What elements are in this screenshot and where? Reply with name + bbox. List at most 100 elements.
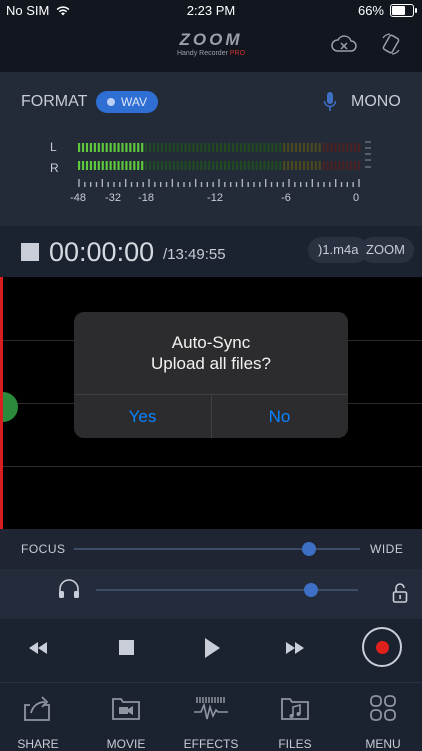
yes-button[interactable]: Yes	[74, 395, 211, 438]
meter-segment	[81, 143, 85, 152]
elapsed-time: 00:00:00	[49, 237, 155, 267]
tab-menu[interactable]: MENU	[341, 693, 422, 751]
peak-hold-indicator	[365, 141, 371, 168]
meter-segment	[306, 143, 309, 152]
tab-label: SHARE	[17, 737, 59, 751]
meter-segment	[149, 143, 152, 152]
meter-segment	[89, 143, 92, 152]
meter-segment	[212, 161, 215, 170]
meter-segment	[271, 161, 274, 170]
meter-segment	[125, 143, 128, 152]
format-toggle[interactable]: WAV	[96, 91, 158, 113]
meter-segment	[133, 161, 136, 170]
meter-segment	[294, 143, 298, 152]
tab-movie[interactable]: MOVIE	[84, 693, 168, 751]
microphone-icon[interactable]	[323, 92, 337, 112]
record-button[interactable]	[362, 627, 402, 667]
meter-segment	[78, 143, 81, 152]
fast-forward-icon[interactable]	[284, 640, 306, 656]
meter-segment	[216, 143, 219, 152]
unlock-icon[interactable]	[391, 583, 409, 603]
meter-segment	[121, 143, 124, 152]
meter-segment	[239, 161, 242, 170]
level-meter-left	[78, 143, 361, 152]
tab-share[interactable]: SHARE	[0, 693, 80, 751]
rotate-screen-icon[interactable]	[380, 32, 402, 56]
meter-segment	[168, 143, 171, 152]
volume-slider-knob[interactable]	[303, 583, 318, 597]
format-value: WAV	[121, 95, 147, 109]
bottom-tab-bar: SHARE MOVIE EFFECTS FILES MENU	[0, 682, 422, 751]
meter-segment	[267, 161, 270, 170]
meter-segment	[326, 161, 329, 170]
meter-segment	[275, 143, 278, 152]
headphones-icon	[59, 579, 79, 598]
meter-segment	[247, 161, 250, 170]
meter-segment	[113, 143, 116, 152]
folder-chip[interactable]: ZOOM	[360, 237, 414, 263]
menu-grid-icon	[370, 695, 396, 721]
meter-segment	[322, 143, 325, 152]
meter-segment	[137, 161, 140, 170]
focus-slider-track[interactable]	[74, 548, 360, 550]
scale-label: -18	[138, 192, 154, 204]
status-bar: No SIM 2:23 PM 66%	[0, 0, 422, 22]
meter-segment	[93, 161, 96, 170]
tab-files[interactable]: FILES	[253, 693, 337, 751]
dialog-text: Auto-Sync Upload all files?	[74, 332, 348, 374]
meter-segment	[156, 143, 160, 152]
tab-label: MENU	[365, 737, 401, 751]
meter-segment	[291, 143, 294, 152]
meter-segment	[283, 161, 286, 170]
play-icon[interactable]	[203, 637, 221, 659]
meter-segment	[152, 143, 156, 152]
scale-label: -6	[281, 192, 291, 204]
meter-segment	[330, 161, 333, 170]
meter-segment	[342, 161, 345, 170]
meter-segment	[235, 161, 238, 170]
channel-mode[interactable]: MONO	[351, 93, 401, 111]
scale-label: -48	[70, 192, 86, 204]
rewind-icon[interactable]	[27, 640, 49, 656]
meter-segment	[350, 143, 353, 152]
tab-label: EFFECTS	[183, 737, 239, 751]
volume-slider-track[interactable]	[96, 589, 358, 591]
stop-button[interactable]	[119, 640, 134, 655]
meter-segment	[279, 161, 282, 170]
meter-segment	[322, 161, 325, 170]
meter-segment	[109, 161, 112, 170]
meter-segment	[227, 161, 231, 170]
meter-segment	[259, 161, 262, 170]
meter-segment	[302, 143, 305, 152]
zoom-logo: ZOOM Handy Recorder PRO	[160, 30, 262, 57]
focus-slider-knob[interactable]	[301, 542, 316, 556]
dialog-title: Auto-Sync	[171, 333, 251, 352]
no-button[interactable]: No	[211, 395, 348, 438]
meter-segment	[168, 161, 171, 170]
meter-segment	[259, 143, 262, 152]
dialog-message: Upload all files?	[150, 354, 271, 373]
battery-percent: 66%	[357, 3, 384, 18]
meter-segment	[85, 143, 89, 152]
meter-segment	[255, 161, 258, 170]
meter-segment	[113, 161, 116, 170]
focus-label: FOCUS	[21, 542, 66, 556]
meter-segment	[188, 143, 191, 152]
meter-segment	[251, 161, 254, 170]
meter-segment	[302, 161, 305, 170]
meter-segment	[133, 143, 136, 152]
movie-icon	[112, 698, 140, 720]
meter-segment	[180, 143, 183, 152]
tab-effects[interactable]: EFFECTS	[169, 693, 253, 751]
meter-segment	[338, 161, 341, 170]
meter-segment	[160, 161, 163, 170]
meter-segment	[105, 161, 108, 170]
transport-controls	[0, 619, 422, 682]
cloud-sync-icon[interactable]	[330, 34, 358, 54]
mic-controls-panel: FOCUS WIDE	[0, 529, 422, 619]
meter-segment	[192, 143, 195, 152]
tab-label: FILES	[278, 737, 312, 751]
meter-segment	[125, 161, 128, 170]
meter-segment	[314, 161, 317, 170]
meter-segment	[310, 143, 313, 152]
